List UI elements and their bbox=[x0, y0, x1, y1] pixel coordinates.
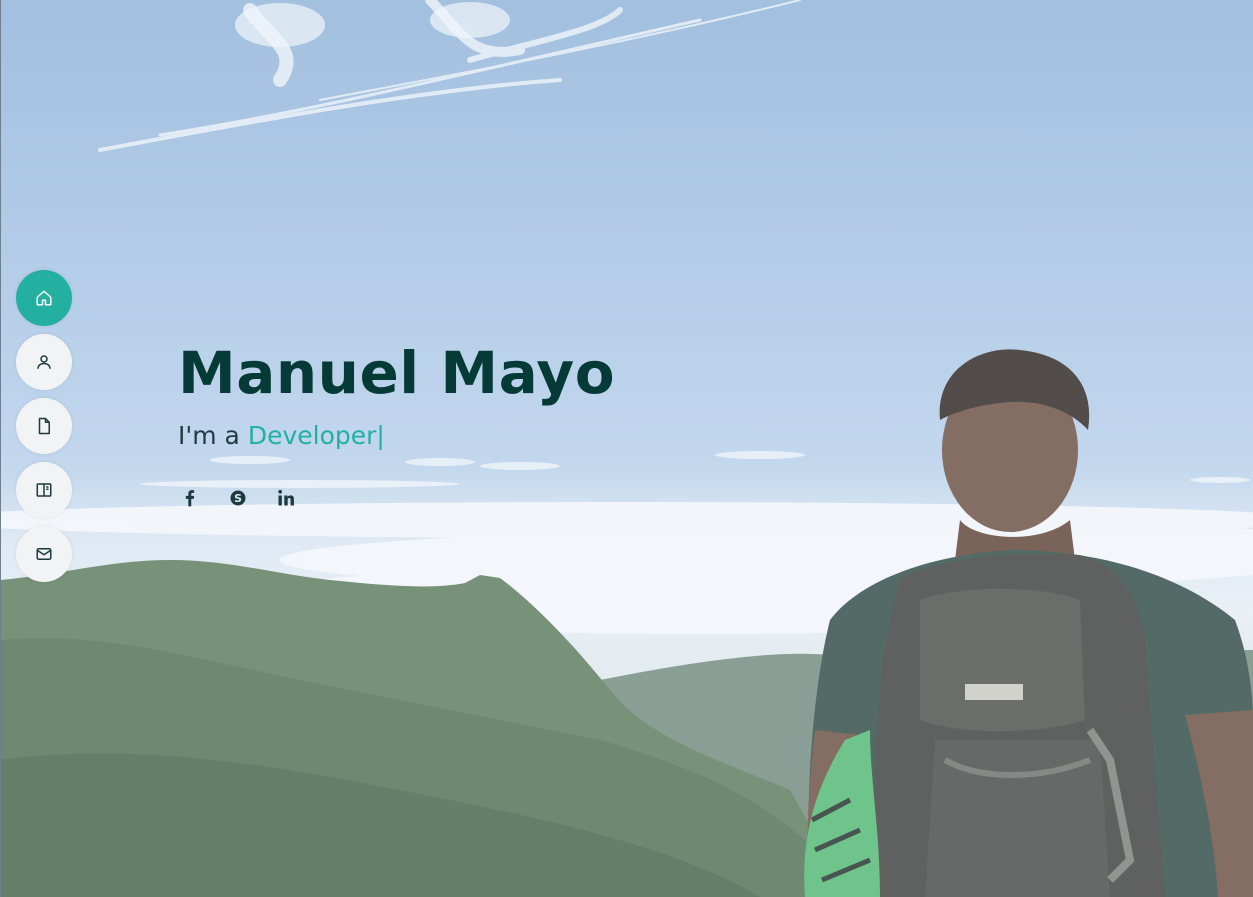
nav-portfolio-button[interactable] bbox=[16, 462, 72, 518]
nav-resume-button[interactable] bbox=[16, 398, 72, 454]
hero-name: Manuel Mayo bbox=[178, 339, 616, 407]
user-icon bbox=[37, 355, 51, 369]
skype-link[interactable]: S bbox=[228, 486, 248, 510]
typing-cursor: | bbox=[376, 421, 385, 450]
tagline-role: Developer bbox=[247, 421, 377, 450]
side-navigation bbox=[16, 270, 72, 582]
mail-icon bbox=[36, 548, 52, 560]
skype-icon: S bbox=[230, 490, 246, 506]
social-links: S bbox=[180, 486, 296, 510]
page-left-border bbox=[0, 0, 1, 897]
facebook-icon bbox=[185, 490, 195, 507]
linkedin-link[interactable] bbox=[276, 486, 296, 510]
nav-home-button[interactable] bbox=[16, 270, 72, 326]
nav-contact-button[interactable] bbox=[16, 526, 72, 582]
book-icon bbox=[36, 483, 52, 497]
home-icon bbox=[36, 290, 52, 306]
hero-tagline: I'm a Developer| bbox=[178, 418, 385, 454]
linkedin-icon bbox=[278, 489, 294, 506]
nav-about-button[interactable] bbox=[16, 334, 72, 390]
tagline-prefix: I'm a bbox=[178, 421, 248, 450]
svg-text:S: S bbox=[234, 492, 242, 505]
file-icon bbox=[38, 417, 50, 435]
facebook-link[interactable] bbox=[180, 486, 200, 510]
